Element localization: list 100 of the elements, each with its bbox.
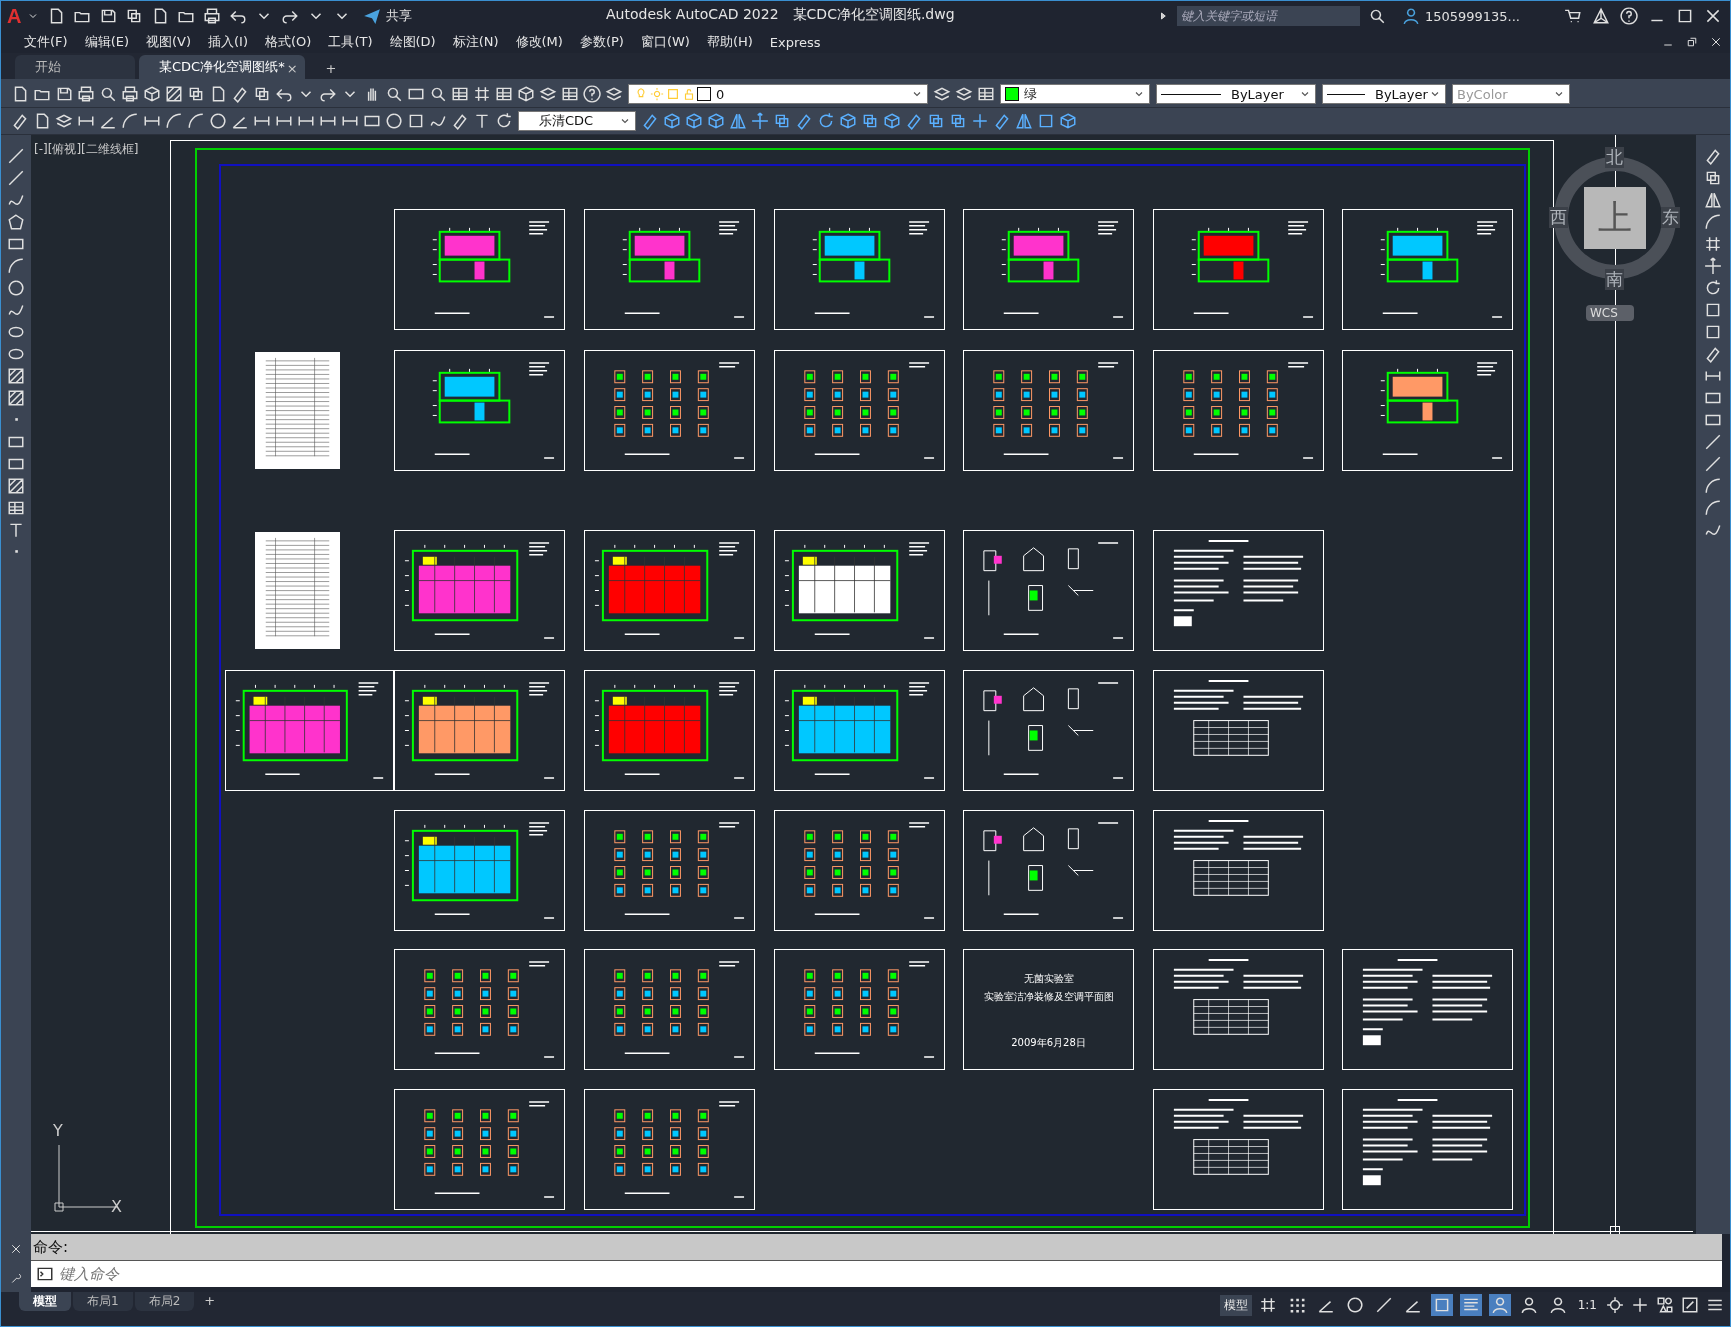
view-cube-face[interactable]: 上: [1584, 187, 1646, 249]
mirror-icon[interactable]: [1015, 112, 1033, 130]
menu-item[interactable]: 编辑(E): [79, 33, 141, 51]
new-layout-button[interactable]: +: [196, 1292, 224, 1309]
lineweight-dropdown[interactable]: ByLayer: [1322, 84, 1446, 104]
text-style-dropdown[interactable]: 乐清CDC: [518, 111, 636, 131]
menu-item[interactable]: Express: [764, 34, 833, 50]
printer-icon[interactable]: [203, 7, 222, 25]
linetype-dropdown[interactable]: ByLayer: [1156, 84, 1316, 104]
model-space-button[interactable]: 模型: [1219, 1294, 1252, 1316]
eraser-icon[interactable]: [993, 112, 1011, 130]
plus-icon[interactable]: [971, 112, 989, 130]
layout-tab[interactable]: 布局1: [73, 1292, 133, 1311]
table-icon[interactable]: [451, 85, 469, 103]
hatch-icon[interactable]: [7, 477, 25, 495]
compass-label[interactable]: 东: [1661, 207, 1680, 228]
menu-item[interactable]: 标注(N): [447, 33, 511, 51]
triangle-nodes-icon[interactable]: [1592, 7, 1610, 25]
rotate-icon[interactable]: [817, 112, 835, 130]
layout-tab[interactable]: 模型: [19, 1292, 71, 1311]
arc-icon[interactable]: [187, 112, 205, 130]
help-icon[interactable]: [1620, 7, 1638, 25]
menu-item[interactable]: 绘图(D): [384, 33, 448, 51]
text-tool-icon[interactable]: [7, 521, 25, 539]
console-icon[interactable]: [31, 1261, 59, 1287]
arc-icon[interactable]: [1704, 477, 1722, 495]
printer-icon[interactable]: [77, 85, 95, 103]
layer-dropdown[interactable]: 0: [628, 84, 928, 104]
table-icon[interactable]: [7, 499, 25, 517]
cart-icon[interactable]: [1564, 7, 1582, 25]
layers-icon[interactable]: [55, 112, 73, 130]
menu-item[interactable]: 文件(F): [19, 33, 80, 51]
mirror-icon[interactable]: [729, 112, 747, 130]
cube-icon[interactable]: [1059, 112, 1077, 130]
table-icon[interactable]: [495, 85, 513, 103]
annotation-scale-button[interactable]: 1:1: [1573, 1298, 1601, 1312]
lines-icon[interactable]: [1459, 1294, 1482, 1316]
arc-icon[interactable]: [1704, 213, 1722, 231]
move-icon[interactable]: [751, 112, 769, 130]
user-icon[interactable]: [1488, 1294, 1511, 1316]
menu-item[interactable]: 窗口(W): [635, 33, 702, 51]
layout-tab[interactable]: 布局2: [134, 1292, 195, 1311]
layers-icon[interactable]: [933, 85, 951, 103]
cube-icon[interactable]: [663, 112, 681, 130]
share-button[interactable]: 共享: [357, 7, 417, 25]
document-tab[interactable]: 开始: [15, 55, 135, 79]
square-icon[interactable]: [1704, 301, 1722, 319]
square-icon[interactable]: [1704, 323, 1722, 341]
close-icon[interactable]: [10, 1242, 22, 1255]
grid-icon[interactable]: [1704, 235, 1722, 253]
zoom-icon[interactable]: [385, 85, 403, 103]
eraser-icon[interactable]: [1704, 345, 1722, 363]
settings-icon[interactable]: [1606, 1296, 1624, 1314]
menu-item[interactable]: 参数(P): [574, 33, 636, 51]
maximize-icon[interactable]: [1676, 7, 1694, 25]
compass-label[interactable]: 北: [1605, 147, 1624, 168]
eraser-icon[interactable]: [795, 112, 813, 130]
polygon-icon[interactable]: [7, 213, 25, 231]
square-icon[interactable]: [407, 112, 425, 130]
close-icon[interactable]: [1704, 7, 1722, 25]
hatch-icon[interactable]: [7, 367, 25, 385]
shapes-icon[interactable]: [1656, 1296, 1674, 1314]
eraser-icon[interactable]: [231, 85, 249, 103]
menu-item[interactable]: 视图(V): [141, 33, 204, 51]
restore-icon[interactable]: [1686, 36, 1698, 48]
line-icon[interactable]: [7, 147, 25, 165]
eraser-icon[interactable]: [451, 112, 469, 130]
eraser-icon[interactable]: [11, 112, 29, 130]
viewport-label[interactable]: [-][俯视][二维线框]: [34, 141, 139, 158]
square-icon[interactable]: [1430, 1294, 1453, 1316]
line-icon[interactable]: [1704, 455, 1722, 473]
wrench-icon[interactable]: [10, 1271, 22, 1284]
eraser-icon[interactable]: [641, 112, 659, 130]
color-dropdown[interactable]: 绿: [1000, 84, 1150, 104]
table-icon[interactable]: [977, 85, 995, 103]
cube-icon[interactable]: [685, 112, 703, 130]
help-icon[interactable]: [583, 85, 601, 103]
cube-icon[interactable]: [839, 112, 857, 130]
cube-icon[interactable]: [707, 112, 725, 130]
layers-icon[interactable]: [605, 85, 623, 103]
menu-item[interactable]: 格式(O): [260, 33, 324, 51]
arc-icon[interactable]: [7, 257, 25, 275]
fullscreen-icon[interactable]: [1681, 1296, 1699, 1314]
rotate-icon[interactable]: [495, 112, 513, 130]
command-input[interactable]: 键入命令: [59, 1261, 1722, 1287]
menu-item[interactable]: 工具(T): [323, 33, 385, 51]
zoom-icon[interactable]: [99, 85, 117, 103]
copy-icon[interactable]: [253, 85, 271, 103]
rotate-icon[interactable]: [1704, 279, 1722, 297]
copy-icon[interactable]: [1704, 169, 1722, 187]
ucs-menu-button[interactable]: WCS: [1586, 305, 1634, 321]
arc-icon[interactable]: [121, 112, 139, 130]
hatch-icon[interactable]: [165, 85, 183, 103]
menu-item[interactable]: 插入(I): [203, 33, 260, 51]
new-tab-button[interactable]: +: [317, 58, 345, 79]
arc-icon[interactable]: [165, 112, 183, 130]
close-icon[interactable]: [1710, 36, 1722, 48]
copy-icon[interactable]: [187, 85, 205, 103]
layers-icon[interactable]: [955, 85, 973, 103]
text-tool-icon[interactable]: [473, 112, 491, 130]
